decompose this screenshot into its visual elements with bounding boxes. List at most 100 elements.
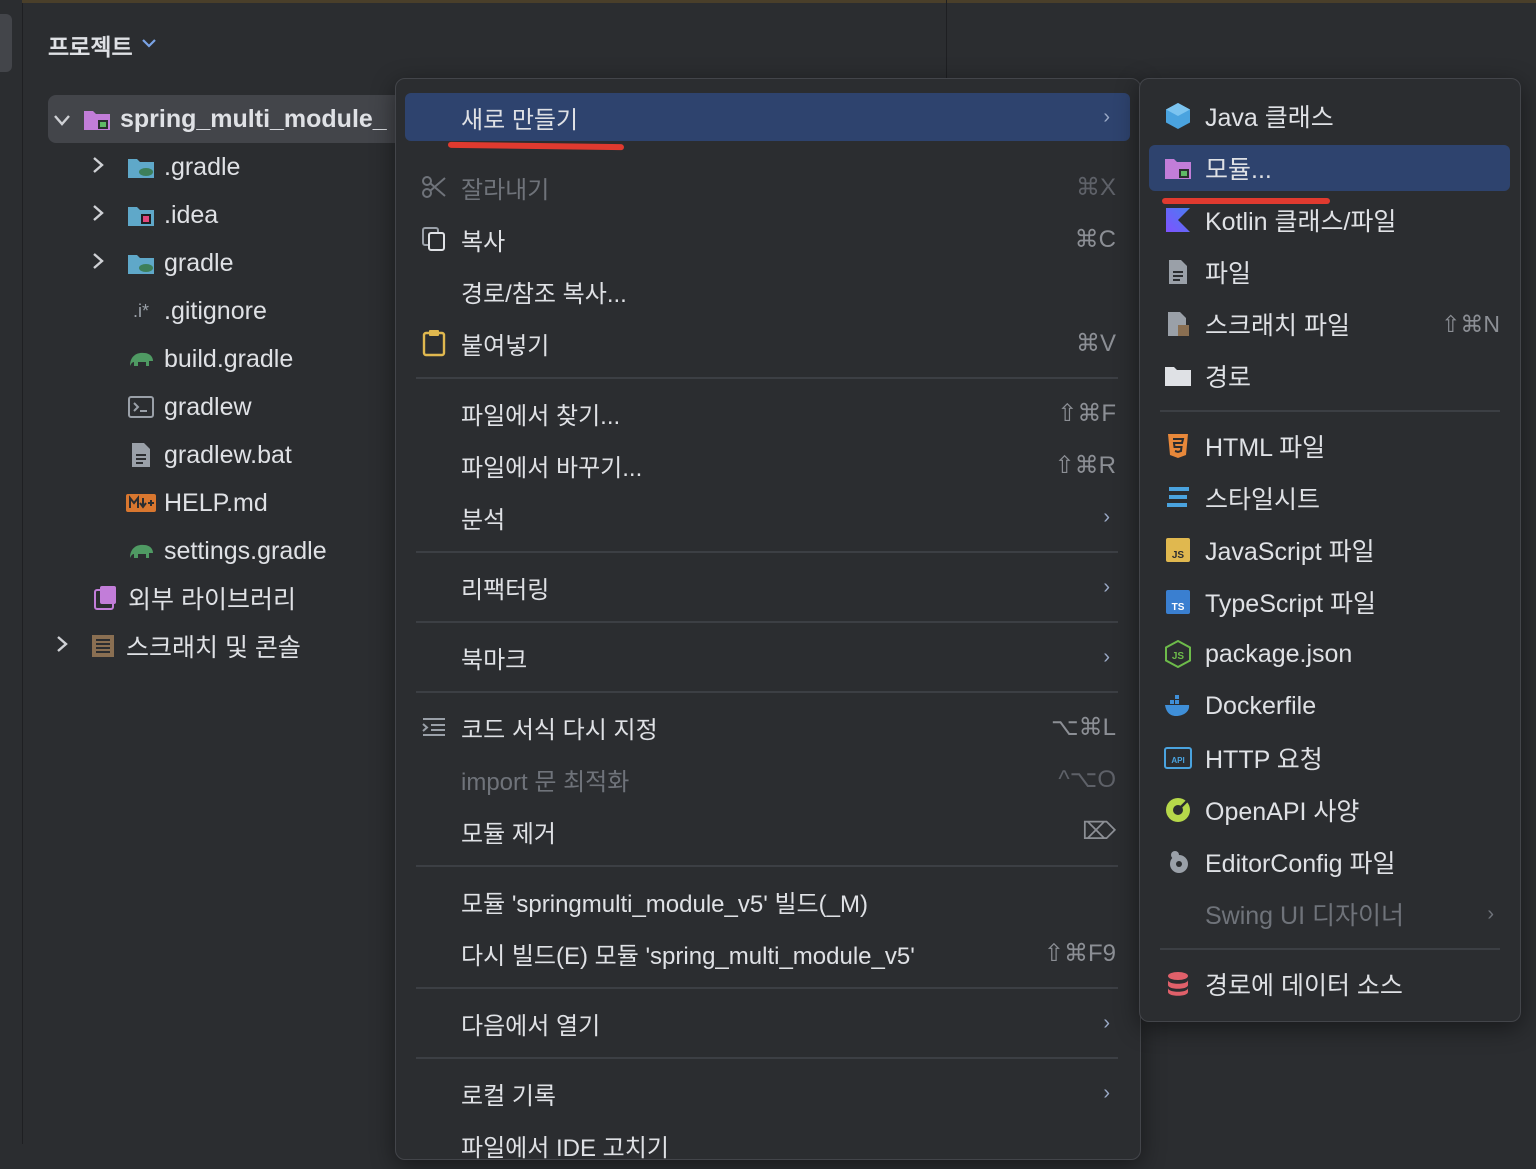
menu-item-label: 리팩터링 [461, 576, 550, 604]
submenu-item-label: 경로 [1205, 364, 1252, 392]
submenu-item-label: package.json [1205, 639, 1353, 668]
svg-text:API: API [1171, 756, 1184, 765]
submenu-arrow-icon: › [1103, 1011, 1110, 1034]
menu-item-bookmarks[interactable]: 북마크 › [405, 633, 1130, 681]
menu-item-label: 로컬 기록 [461, 1082, 556, 1110]
collapsed-arrow-icon[interactable] [84, 154, 112, 180]
tree-item-build-gradle[interactable]: build.gradle [126, 335, 293, 383]
library-icon [90, 584, 120, 612]
menu-item-label: 복사 [461, 228, 506, 256]
menu-separator [416, 621, 1118, 623]
tree-item-label: settings.gradle [164, 536, 327, 565]
submenu-item-scratch-file[interactable]: 스크래치 파일 ⇧⌘N [1149, 301, 1510, 347]
submenu-item-label: JavaScript 파일 [1205, 538, 1375, 566]
tool-window-strip [0, 0, 23, 1144]
tree-item-settings-gradle[interactable]: settings.gradle [126, 527, 327, 575]
menu-item-find-in-files[interactable]: 파일에서 찾기... ⇧⌘F [405, 389, 1130, 437]
submenu-separator [1160, 948, 1500, 950]
tree-item-gitignore[interactable]: .i* .gitignore [126, 287, 267, 335]
menu-item-optimize-imports[interactable]: import 문 최적화 ^⌥O [405, 755, 1130, 803]
collapsed-arrow-icon[interactable] [84, 202, 112, 228]
typescript-icon: TS [1163, 587, 1193, 617]
submenu-item-label: HTTP 요청 [1205, 746, 1323, 774]
menu-item-label: 붙여넣기 [461, 332, 550, 360]
tree-item-label: .gradle [164, 152, 241, 181]
submenu-item-kotlin[interactable]: Kotlin 클래스/파일 [1149, 197, 1510, 243]
menu-item-local-history[interactable]: 로컬 기록 › [405, 1069, 1130, 1117]
chevron-down-icon[interactable] [141, 36, 157, 54]
tree-item-external-libraries[interactable]: 외부 라이브러리 [90, 574, 296, 622]
menu-item-remove-module[interactable]: 모듈 제거 ⌦ [405, 807, 1130, 855]
menu-item-open-in[interactable]: 다음에서 열기 › [405, 999, 1130, 1047]
menu-item-label: 코드 서식 다시 지정 [461, 716, 658, 744]
submenu-item-swing-ui-designer[interactable]: Swing UI 디자이너 › [1149, 891, 1510, 937]
submenu-item-html[interactable]: HTML 파일 [1149, 423, 1510, 469]
tree-item-gradlew-bat[interactable]: gradlew.bat [126, 431, 292, 479]
collapsed-arrow-icon[interactable] [84, 250, 112, 276]
menu-item-label: import 문 최적화 [461, 768, 630, 796]
submenu-item-dockerfile[interactable]: Dockerfile [1149, 683, 1510, 729]
text-file-icon [126, 441, 156, 469]
gradle-folder-icon [126, 153, 156, 181]
menu-item-label: 파일에서 바꾸기... [461, 454, 643, 482]
tree-item-gradle-dir[interactable]: .gradle [84, 143, 240, 191]
menu-item-analyze[interactable]: 분석 › [405, 493, 1130, 541]
tree-item-help-md[interactable]: HELP.md [126, 479, 268, 527]
menu-item-repair-ide[interactable]: 파일에서 IDE 고치기 [405, 1121, 1130, 1169]
menu-item-cut[interactable]: 잘라내기 ⌘X [405, 163, 1130, 211]
submenu-item-label: 스타일시트 [1205, 486, 1321, 514]
scissors-icon [419, 172, 449, 202]
submenu-item-label: OpenAPI 사양 [1205, 798, 1360, 826]
menu-item-refactor[interactable]: 리팩터링 › [405, 563, 1130, 611]
copy-icon [419, 224, 449, 254]
menu-item-copy-path[interactable]: 경로/참조 복사... [405, 267, 1130, 315]
submenu-item-openapi[interactable]: OpenAPI 사양 [1149, 787, 1510, 833]
project-panel-header[interactable]: 프로젝트 [48, 28, 157, 62]
menu-item-copy[interactable]: 복사 ⌘C [405, 215, 1130, 263]
menu-item-label: 모듈 제거 [461, 820, 556, 848]
tree-item-idea-dir[interactable]: .idea [84, 191, 218, 239]
svg-text:JS: JS [1172, 651, 1185, 662]
svg-text:TS: TS [1172, 602, 1185, 613]
submenu-arrow-icon: › [1103, 1081, 1110, 1104]
expand-arrow-icon[interactable] [48, 106, 76, 132]
gradle-elephant-icon [126, 537, 156, 565]
submenu-arrow-icon: › [1103, 505, 1110, 528]
menu-item-reformat-code[interactable]: 코드 서식 다시 지정 ⌥⌘L [405, 703, 1130, 751]
menu-item-rebuild-module[interactable]: 다시 빌드(E) 모듈 'spring_multi_module_v5' ⇧⌘F… [405, 929, 1130, 977]
menu-item-new[interactable]: 새로 만들기 › [405, 93, 1130, 141]
submenu-item-java-class[interactable]: Java 클래스 [1149, 93, 1510, 139]
menu-item-label: 다음에서 열기 [461, 1012, 601, 1040]
menu-item-build-module[interactable]: 모듈 'springmulti_module_v5' 빌드(_M) [405, 877, 1130, 925]
submenu-item-file[interactable]: 파일 [1149, 249, 1510, 295]
submenu-item-module[interactable]: 모듈... [1149, 145, 1510, 191]
submenu-item-http-request[interactable]: API HTTP 요청 [1149, 735, 1510, 781]
menu-item-shortcut: ⌦ [1082, 817, 1116, 845]
folder-icon [1163, 361, 1193, 391]
css-icon [1163, 483, 1193, 513]
submenu-item-package-json[interactable]: JS package.json [1149, 631, 1510, 677]
submenu-item-label: 스크래치 파일 [1205, 312, 1350, 340]
project-tool-tab[interactable] [0, 14, 12, 72]
menu-item-replace-in-files[interactable]: 파일에서 바꾸기... ⇧⌘R [405, 441, 1130, 489]
submenu-item-stylesheet[interactable]: 스타일시트 [1149, 475, 1510, 521]
menu-item-paste[interactable]: 붙여넣기 ⌘V [405, 319, 1130, 367]
submenu-arrow-icon: › [1487, 902, 1494, 925]
panel-title[interactable]: 프로젝트 [48, 28, 133, 62]
submenu-item-javascript[interactable]: JS JavaScript 파일 [1149, 527, 1510, 573]
tree-item-gradlew[interactable]: gradlew [126, 383, 252, 431]
menu-item-shortcut: ⇧⌘R [1054, 451, 1116, 479]
submenu-item-label: 경로에 데이터 소스 [1205, 972, 1403, 1000]
submenu-item-data-source[interactable]: 경로에 데이터 소스 [1149, 961, 1510, 1007]
idea-folder-icon [126, 201, 156, 229]
submenu-item-editorconfig[interactable]: EditorConfig 파일 [1149, 839, 1510, 885]
api-icon: API [1163, 743, 1193, 773]
tree-item-scratches[interactable]: 스크래치 및 콘솔 [48, 622, 301, 670]
collapsed-arrow-icon[interactable] [48, 633, 76, 659]
tree-item-gradle-wrapper-dir[interactable]: gradle [84, 239, 234, 287]
submenu-item-directory[interactable]: 경로 [1149, 353, 1510, 399]
tree-item-root-module[interactable]: spring_multi_module_ [48, 95, 448, 143]
kotlin-icon [1163, 205, 1193, 235]
submenu-arrow-icon: › [1103, 575, 1110, 598]
submenu-item-typescript[interactable]: TS TypeScript 파일 [1149, 579, 1510, 625]
